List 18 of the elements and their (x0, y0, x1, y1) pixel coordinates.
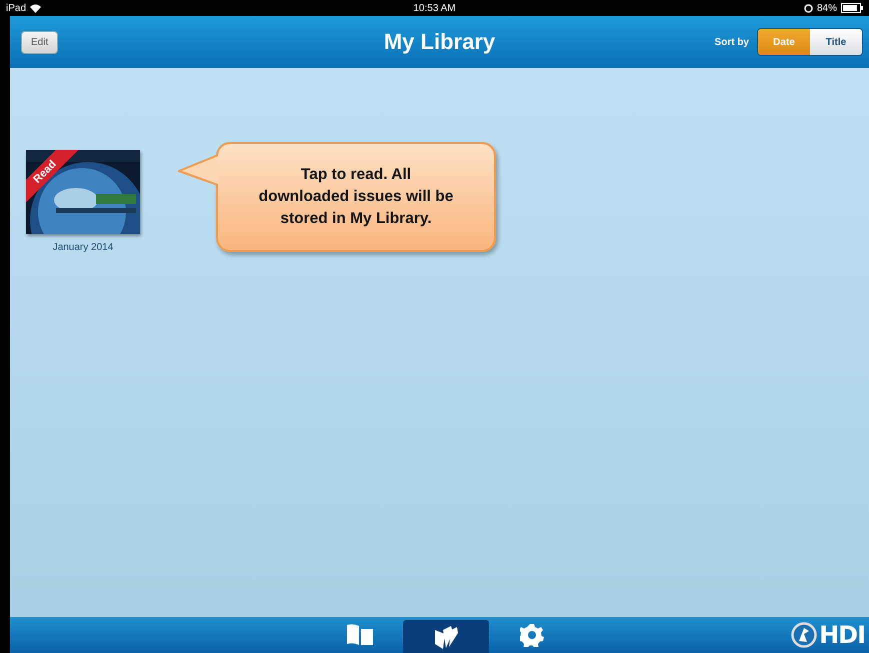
tab-button[interactable] (403, 620, 489, 653)
brand-logo: HDI (819, 621, 865, 649)
sort-option[interactable]: Title (810, 29, 862, 55)
clock-time: 10:53 AM (413, 2, 456, 14)
rotation-lock-icon (804, 4, 813, 12)
settings-icon (520, 623, 544, 647)
callout-bubble: Tap to read. All downloaded issues will be stored in My Library. (216, 142, 496, 252)
sort-label: Sort by (714, 36, 749, 48)
wifi-icon (30, 4, 42, 12)
device-name: iPad (6, 2, 26, 14)
issue-caption: January 2014 (52, 242, 114, 253)
screen-title: My Library (384, 29, 496, 54)
battery-icon (840, 3, 863, 13)
edit-button[interactable]: Edit (21, 30, 58, 54)
globe-icon (791, 622, 818, 648)
battery-percent: 84% (816, 2, 837, 14)
book-icon (345, 623, 375, 647)
callout-pointer (178, 154, 218, 186)
